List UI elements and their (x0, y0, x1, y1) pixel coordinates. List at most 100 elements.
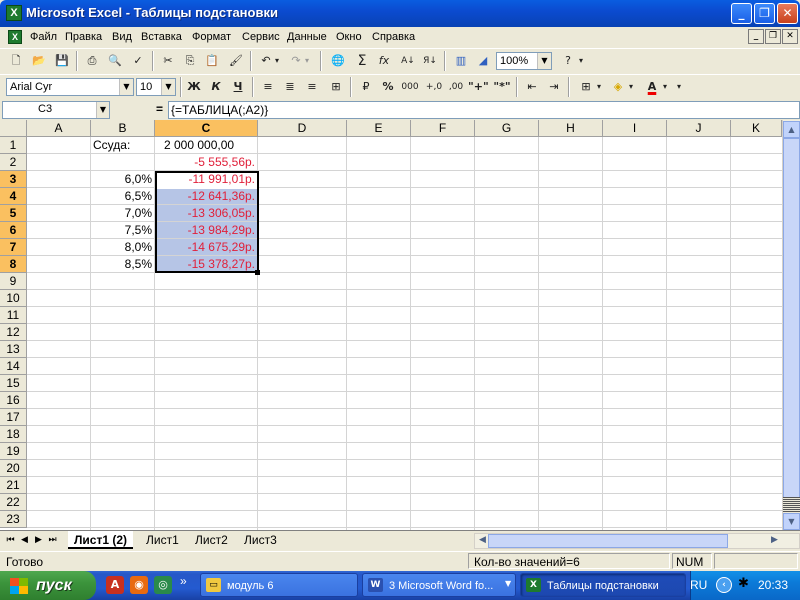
cell-c4[interactable]: -12 641,36р. (155, 188, 257, 205)
doc-restore-button[interactable]: ❐ (765, 29, 781, 44)
row-header-4[interactable]: 4 (0, 188, 27, 205)
acrobat-icon[interactable]: A (106, 576, 124, 594)
menu-insert[interactable]: Вставка (141, 31, 182, 43)
taskbar-button-word[interactable]: 3 Microsoft Word fo... (362, 573, 516, 597)
row-header-19[interactable]: 19 (0, 443, 27, 460)
horizontal-scroll-thumb[interactable] (488, 534, 728, 548)
autosum-icon[interactable]: Σ (352, 51, 372, 71)
sort-descending-icon[interactable]: Я↓ (420, 51, 440, 71)
font-name-dropdown-icon[interactable]: ▼ (119, 79, 133, 95)
spelling-icon[interactable]: ✓ (128, 51, 148, 71)
open-icon[interactable]: 📂 (29, 51, 49, 71)
cell-c3[interactable]: -11 991,01р. (155, 171, 257, 188)
taskbar-button-excel[interactable]: Таблицы подстановки (520, 573, 686, 597)
row-header-13[interactable]: 13 (0, 341, 27, 358)
column-header-k[interactable]: K (731, 120, 782, 137)
fill-color-dropdown-icon[interactable]: ▾ (626, 77, 636, 97)
prev-sheet-icon[interactable]: ◀ (18, 533, 31, 548)
font-color-dropdown-icon[interactable]: ▾ (660, 77, 670, 97)
cell-b6[interactable]: 7,5% (91, 222, 154, 239)
spreadsheet-grid[interactable]: A B C D E F G H I J K 1 2 3 4 5 6 7 8 9 … (0, 120, 800, 530)
cell-b7[interactable]: 8,0% (91, 239, 154, 256)
row-header-22[interactable]: 22 (0, 494, 27, 511)
cell-c8[interactable]: -15 378,27р. (155, 256, 257, 273)
underline-button[interactable]: Ч (228, 77, 248, 97)
format-painter-icon[interactable]: 🖌 (226, 51, 246, 71)
menu-help[interactable]: Справка (372, 31, 415, 43)
row-header-16[interactable]: 16 (0, 392, 27, 409)
decrease-indent-icon[interactable]: ⇤ (522, 77, 542, 97)
column-header-j[interactable]: J (667, 120, 731, 137)
name-box[interactable] (2, 101, 110, 119)
doc-close-button[interactable]: ✕ (782, 29, 798, 44)
new-icon[interactable]: 🗋 (6, 51, 26, 71)
help-icon[interactable]: ? (558, 51, 578, 71)
first-sheet-icon[interactable]: ⏮ (4, 533, 17, 548)
cell-b3[interactable]: 6,0% (91, 171, 154, 188)
column-header-b[interactable]: B (91, 120, 155, 137)
row-header-21[interactable]: 21 (0, 477, 27, 494)
row-header-1[interactable]: 1 (0, 137, 27, 154)
thousands-separator-icon[interactable]: 000 (400, 77, 420, 97)
italic-button[interactable]: К (206, 77, 226, 97)
print-preview-icon[interactable]: 🔍 (105, 51, 125, 71)
minimize-button[interactable]: _ (731, 3, 752, 24)
sheet-tab-list2[interactable]: Лист2 (189, 531, 234, 549)
row-header-10[interactable]: 10 (0, 290, 27, 307)
cell-c5[interactable]: -13 306,05р. (155, 205, 257, 222)
sheet-tab-list1-copy[interactable]: Лист1 (2) (68, 531, 134, 549)
column-header-e[interactable]: E (347, 120, 411, 137)
sheet-tab-list1[interactable]: Лист1 (140, 531, 185, 549)
insert-function-icon[interactable]: fx (374, 51, 394, 71)
app-quicklaunch-icon[interactable]: ◎ (154, 576, 172, 594)
next-sheet-icon[interactable]: ▶ (32, 533, 45, 548)
row-header-9[interactable]: 9 (0, 273, 27, 290)
row-header-20[interactable]: 20 (0, 460, 27, 477)
align-left-icon[interactable]: ≡ (258, 77, 278, 97)
column-header-g[interactable]: G (475, 120, 539, 137)
vertical-scroll-thumb[interactable] (783, 138, 800, 498)
cut-icon[interactable]: ✂ (158, 51, 178, 71)
hyperlink-icon[interactable]: 🌐 (328, 51, 348, 71)
currency-icon[interactable]: ₽ (356, 77, 376, 97)
column-header-i[interactable]: I (603, 120, 667, 137)
cell-c1[interactable]: 2 000 000,00 (162, 137, 257, 154)
select-all-corner[interactable] (0, 120, 27, 137)
firefox-icon[interactable]: ◉ (130, 576, 148, 594)
paste-icon[interactable]: 📋 (202, 51, 222, 71)
chart-wizard-icon[interactable]: ▥ (451, 51, 471, 71)
font-color-icon[interactable]: A (642, 77, 662, 97)
menu-window[interactable]: Окно (336, 31, 362, 43)
column-header-d[interactable]: D (258, 120, 347, 137)
row-header-7[interactable]: 7 (0, 239, 27, 256)
tray-expand-icon[interactable]: ‹ (716, 577, 732, 593)
row-header-6[interactable]: 6 (0, 222, 27, 239)
column-header-c[interactable]: C (155, 120, 258, 137)
font-size-dropdown-icon[interactable]: ▼ (161, 79, 175, 95)
column-header-h[interactable]: H (539, 120, 603, 137)
row-header-11[interactable]: 11 (0, 307, 27, 324)
formula-input[interactable]: {=ТАБЛИЦА(;A2)} (168, 101, 800, 119)
align-center-icon[interactable]: ≣ (280, 77, 300, 97)
print-icon[interactable]: ⎙ (82, 51, 102, 71)
workbook-icon[interactable]: X (8, 30, 22, 44)
decrease-decimal-icon[interactable]: ,00 (446, 77, 466, 97)
tray-app-icon[interactable]: ✱ (738, 576, 754, 592)
close-button[interactable]: ✕ (777, 3, 798, 24)
restore-button[interactable]: ❐ (754, 3, 775, 24)
language-indicator[interactable]: RU (690, 578, 707, 592)
cell-b4[interactable]: 6,5% (91, 188, 154, 205)
copy-icon[interactable]: ⎘ (180, 51, 200, 71)
drawing-icon[interactable]: ◢ (473, 51, 493, 71)
clock[interactable]: 20:33 (758, 578, 788, 592)
fill-color-icon[interactable]: ◈ (608, 77, 628, 97)
sheet-tab-list3[interactable]: Лист3 (238, 531, 283, 549)
merge-center-icon[interactable]: ⊞ (326, 77, 346, 97)
borders-dropdown-icon[interactable]: ▾ (594, 77, 604, 97)
scroll-down-icon[interactable]: ▼ (783, 513, 800, 530)
row-header-15[interactable]: 15 (0, 375, 27, 392)
row-header-17[interactable]: 17 (0, 409, 27, 426)
row-header-5[interactable]: 5 (0, 205, 27, 222)
cell-c6[interactable]: -13 984,29р. (155, 222, 257, 239)
quicklaunch-more-icon[interactable]: » (180, 574, 187, 588)
